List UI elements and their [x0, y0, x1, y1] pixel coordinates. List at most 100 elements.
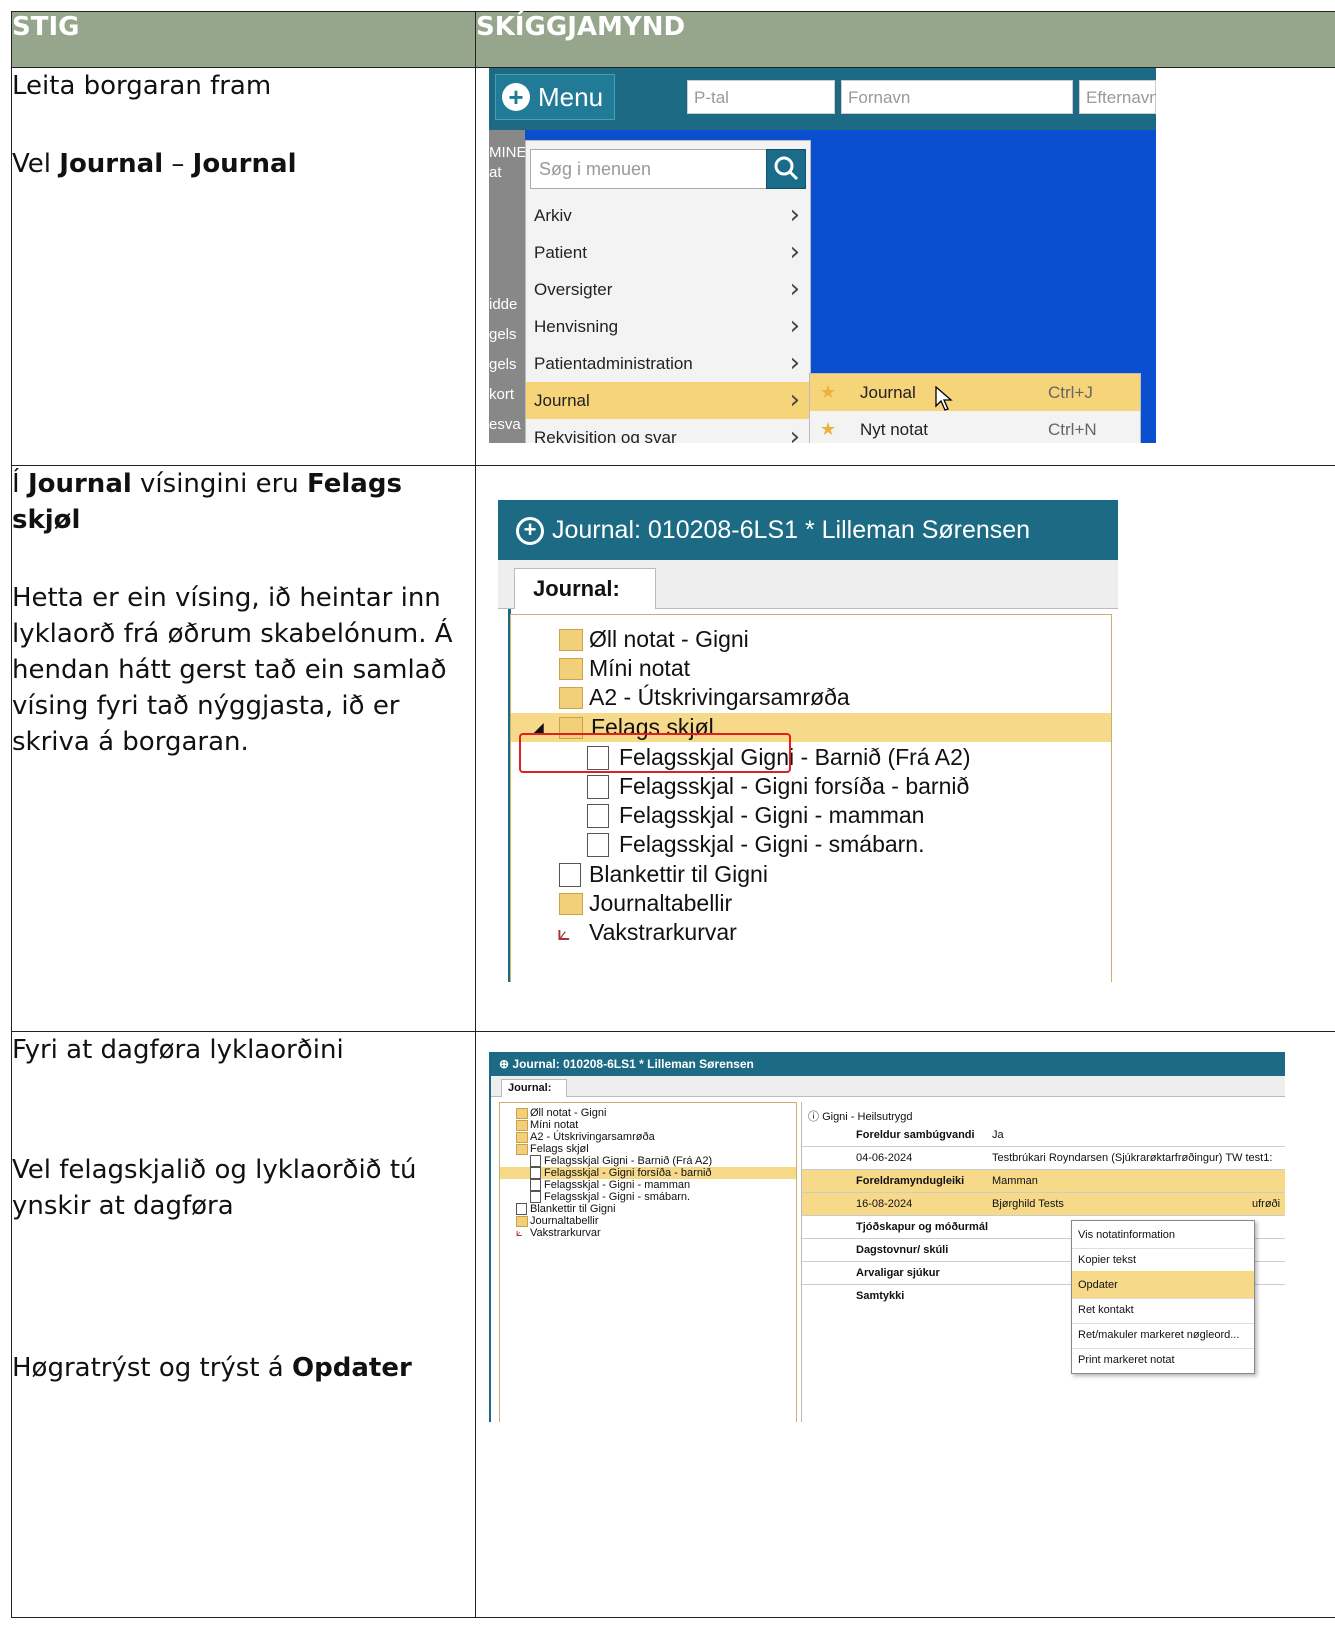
menu-item-rekvisition[interactable]: Rekvisition og svar ›	[526, 419, 810, 443]
tree-item[interactable]: Míni notat	[511, 654, 1111, 683]
header-step: STIG	[11, 11, 476, 68]
left-strip: MINE at idde gels gels kort esva	[489, 130, 527, 443]
tree-item[interactable]: Felagsskjal - Gigni - smábarn.	[511, 830, 1111, 859]
step1-line2: Vel Journal – Journal	[12, 149, 297, 179]
step-row-1: Leita borgaran fram Vel Journal – Journa…	[11, 67, 1335, 466]
screenshot-cell-3: ⊕ Journal: 010208-6LS1 * Lilleman Sørens…	[475, 1031, 1335, 1618]
menu-item-henvisning[interactable]: Henvisning ›	[526, 308, 810, 345]
tree-item[interactable]: Blankettir til Gigni	[500, 1203, 796, 1215]
tree-item-selected[interactable]: Felagsskjal - Gigni forsíða - barnið	[500, 1167, 796, 1179]
screenshot-cell-1: + Menu P-tal Fornavn Efternavn MINE at i…	[475, 67, 1335, 466]
chevron-right-icon: ›	[789, 200, 800, 230]
document-icon	[530, 1191, 541, 1203]
tree-item[interactable]: Felags skjøl	[500, 1143, 796, 1155]
detail-row[interactable]: 04-06-2024 Testbrúkari Royndarsen (Sjúkra…	[802, 1147, 1285, 1170]
step2-line2: Hetta er ein vísing, ið heintar inn lykl…	[12, 583, 453, 757]
step-text-3: Fyri at dagføra lyklaorðini Vel felagskj…	[11, 1031, 476, 1618]
folder-icon	[516, 1108, 528, 1119]
plus-circle-icon: +	[516, 517, 544, 546]
detail-row[interactable]: Foreldur sambúgvandi Ja	[802, 1124, 1285, 1147]
menu-item-patient[interactable]: Patient ›	[526, 234, 810, 271]
form-icon	[559, 863, 581, 887]
tree-item[interactable]: Felagsskjal - Gigni - smábarn.	[500, 1191, 796, 1203]
step2-line1: Í Journal vísingini eru Felags skjøl	[12, 469, 402, 535]
journal-tree-screenshot: + Journal: 010208-6LS1 * Lilleman Sørense…	[498, 500, 1118, 982]
chevron-right-icon: ›	[789, 422, 800, 443]
menu-screenshot: + Menu P-tal Fornavn Efternavn MINE at i…	[489, 68, 1156, 443]
fornavn-field[interactable]: Fornavn	[841, 80, 1073, 114]
tree-item[interactable]: ⟀ Vakstrarkurvar	[511, 918, 1111, 947]
tree-item[interactable]: Øll notat - Gigni	[500, 1107, 796, 1119]
star-icon[interactable]: ★	[820, 374, 836, 411]
tree-item[interactable]: ⟀ Vakstrarkurvar	[500, 1227, 796, 1239]
step-text-2: Í Journal vísingini eru Felags skjøl Het…	[11, 465, 476, 1032]
star-icon[interactable]: ★	[820, 411, 836, 443]
tree-item[interactable]: A2 - Útskrivingarsamrøða	[511, 683, 1111, 712]
folder-icon	[559, 658, 583, 680]
submenu-item-journal[interactable]: ★ Journal Ctrl+J	[810, 374, 1140, 411]
menu-item-oversigter[interactable]: Oversigter ›	[526, 271, 810, 308]
document-icon	[587, 804, 609, 828]
cursor-icon	[935, 386, 953, 411]
detail-heading: ⓘ Gigni - Heilsutrygd	[808, 1111, 913, 1123]
document-icon	[530, 1179, 541, 1191]
tree-item[interactable]: Felagsskjal - Gigni - mamman	[511, 801, 1111, 830]
tree-item[interactable]: A2 - Útskrivingarsamrøða	[500, 1131, 796, 1143]
context-item-ret-makuler[interactable]: Ret/makuler markeret nøgleord...	[1072, 1321, 1254, 1349]
document-icon	[530, 1155, 541, 1167]
tab-journal[interactable]: Journal:	[501, 1079, 567, 1097]
tree-item[interactable]: Blankettir til Gigni	[511, 860, 1111, 889]
tab-strip: Journal:	[491, 1076, 1285, 1097]
tab-strip: Journal:	[498, 560, 1118, 609]
screenshot-cell-2: + Journal: 010208-6LS1 * Lilleman Sørense…	[475, 465, 1335, 1032]
journal-title-bar: + Journal: 010208-6LS1 * Lilleman Sørense…	[498, 500, 1118, 560]
step3-line2: Vel felagskjalið og lyklaorðið tú ynskir…	[12, 1155, 417, 1221]
journal-detail-screenshot: ⊕ Journal: 010208-6LS1 * Lilleman Sørens…	[489, 1052, 1285, 1422]
document-icon	[587, 775, 609, 799]
menu-item-arkiv[interactable]: Arkiv ›	[526, 197, 810, 234]
step3-line1: Fyri at dagføra lyklaorðini	[12, 1035, 344, 1065]
journal-tree: Øll notat - Gigni Míni notat A2 - Útskri…	[510, 614, 1112, 982]
chevron-right-icon: ›	[789, 274, 800, 304]
efternavn-field[interactable]: Efternavn	[1079, 80, 1156, 114]
tree-item[interactable]: Felagsskjal - Gigni forsíða - barnið	[511, 772, 1111, 801]
menu-button[interactable]: + Menu	[495, 74, 615, 120]
journal-submenu: ★ Journal Ctrl+J ★ Nyt notat Ctrl+N	[809, 373, 1141, 443]
tree-item[interactable]: Øll notat - Gigni	[511, 625, 1111, 654]
folder-icon	[516, 1216, 528, 1227]
context-item-kopier-tekst[interactable]: Kopier tekst	[1072, 1246, 1254, 1274]
tree-item[interactable]: Journaltabellir	[500, 1215, 796, 1227]
menu-search-input[interactable]: Søg i menuen	[530, 149, 806, 189]
submenu-item-nyt-notat[interactable]: ★ Nyt notat Ctrl+N	[810, 411, 1140, 443]
tree-item[interactable]: Felagsskjal - Gigni - mamman	[500, 1179, 796, 1191]
growth-chart-icon: ⟀	[557, 919, 571, 945]
tab-journal[interactable]: Journal:	[514, 568, 656, 609]
tree-item[interactable]: Felagsskjal Gigni - Barnið (Frá A2)	[500, 1155, 796, 1167]
main-menu-dropdown: Søg i menuen Arkiv › Patient › Oversigter ›…	[525, 140, 811, 443]
context-item-print[interactable]: Print markeret notat	[1072, 1346, 1254, 1374]
document-icon	[587, 833, 609, 857]
folder-icon	[559, 629, 583, 651]
tree-item[interactable]: Journaltabellir	[511, 889, 1111, 918]
detail-row-selected[interactable]: Foreldramyndugleiki Mamman	[802, 1170, 1285, 1193]
ptal-field[interactable]: P-tal	[687, 80, 835, 114]
form-icon	[516, 1203, 527, 1215]
step3-line3: Høgratrýst og trýst á Opdater	[12, 1353, 412, 1383]
context-item-vis-notatinformation[interactable]: Vis notatinformation	[1072, 1221, 1254, 1249]
context-item-opdater[interactable]: Opdater	[1072, 1271, 1254, 1299]
folder-icon	[559, 893, 583, 915]
context-item-ret-kontakt[interactable]: Ret kontakt	[1072, 1296, 1254, 1324]
context-menu: Vis notatinformation Kopier tekst Opdate…	[1071, 1220, 1255, 1374]
search-icon[interactable]	[766, 149, 806, 189]
tree-item[interactable]: Míni notat	[500, 1119, 796, 1131]
header-row: STIG SKÍGGJAMYND	[11, 11, 1335, 68]
chevron-right-icon: ›	[789, 385, 800, 415]
menu-item-journal[interactable]: Journal ›	[526, 382, 810, 419]
menu-item-patientadministration[interactable]: Patientadministration ›	[526, 345, 810, 382]
detail-row-selected[interactable]: 16-08-2024 Bjørghild Tests ufrøði	[802, 1193, 1285, 1216]
